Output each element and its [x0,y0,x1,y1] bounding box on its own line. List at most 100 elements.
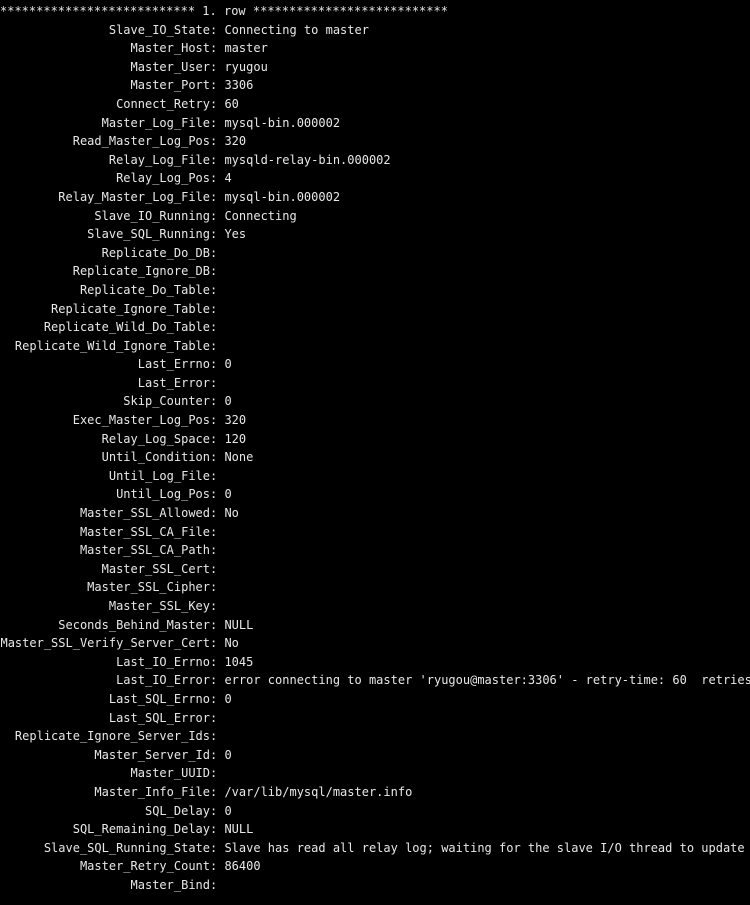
status-row: Last_IO_Errno: 1045 [0,653,750,672]
status-separator: : [210,485,224,504]
status-key: Last_Error [0,374,210,393]
status-row: Replicate_Ignore_Table: [0,300,750,319]
row-text: 1. row [195,4,253,18]
stars-left: *************************** [0,4,195,18]
status-value: NULL [224,820,253,839]
status-row: Slave_SQL_Running: Yes [0,225,750,244]
status-row: SQL_Remaining_Delay: NULL [0,820,750,839]
status-separator: : [210,597,224,616]
status-key: SQL_Remaining_Delay [0,820,210,839]
terminal-output: *************************** 1. row *****… [0,0,750,905]
status-separator: : [210,560,224,579]
status-separator: : [210,39,224,58]
status-key: Relay_Master_Log_File [0,188,210,207]
status-key: Last_IO_Errno [0,653,210,672]
status-row: Relay_Log_Space: 120 [0,430,750,449]
status-row: Master_Host: master [0,39,750,58]
status-row: Master_SSL_Verify_Server_Cert: No [0,634,750,653]
status-row: Master_Log_File: mysql-bin.000002 [0,114,750,133]
status-row: Replicate_Wild_Do_Table: [0,318,750,337]
status-separator: : [210,225,224,244]
status-separator: : [210,300,224,319]
status-value: 1045 [224,653,253,672]
status-separator: : [210,802,224,821]
status-separator: : [210,523,224,542]
status-row: Master_SSL_CA_File: [0,523,750,542]
status-value: /var/lib/mysql/master.info [224,783,412,802]
status-key: Master_SSL_CA_Path [0,541,210,560]
status-separator: : [210,244,224,263]
status-separator: : [210,337,224,356]
status-value: No [224,634,238,653]
status-key: Master_Server_Id [0,746,210,765]
status-separator: : [210,839,224,858]
status-key: Relay_Log_File [0,151,210,170]
status-row: Until_Condition: None [0,448,750,467]
status-separator: : [210,820,224,839]
status-value: 320 [224,132,246,151]
status-separator: : [210,318,224,337]
status-row: SQL_Delay: 0 [0,802,750,821]
status-separator: : [210,727,224,746]
status-separator: : [210,541,224,560]
status-row: Replicate_Wild_Ignore_Table: [0,337,750,356]
row-header: *************************** 1. row *****… [0,2,750,21]
status-key: Relay_Log_Pos [0,169,210,188]
status-row: Replicate_Do_Table: [0,281,750,300]
status-row: Master_SSL_Cipher: [0,578,750,597]
status-separator: : [210,151,224,170]
status-separator: : [210,95,224,114]
status-row: Seconds_Behind_Master: NULL [0,616,750,635]
status-separator: : [210,374,224,393]
status-key: Until_Condition [0,448,210,467]
status-row: Master_SSL_Key: [0,597,750,616]
status-value: No [224,504,238,523]
status-separator: : [210,504,224,523]
status-value: 60 [224,95,238,114]
status-key: Replicate_Ignore_DB [0,262,210,281]
status-key: Master_Retry_Count [0,857,210,876]
status-separator: : [210,114,224,133]
status-key: Master_SSL_Cert [0,560,210,579]
status-separator: : [210,169,224,188]
status-key: Skip_Counter [0,392,210,411]
status-separator: : [210,671,224,690]
status-row: Replicate_Ignore_DB: [0,262,750,281]
status-key: Slave_IO_State [0,21,210,40]
status-row: Master_User: ryugou [0,58,750,77]
status-value: Connecting to master [224,21,369,40]
status-value: 0 [224,690,231,709]
status-row: Master_Server_Id: 0 [0,746,750,765]
status-separator: : [210,746,224,765]
status-value: Connecting [224,207,296,226]
status-key: Seconds_Behind_Master [0,616,210,635]
status-row: Master_SSL_CA_Path: [0,541,750,560]
status-separator: : [210,392,224,411]
status-row: Read_Master_Log_Pos: 320 [0,132,750,151]
status-value: 86400 [224,857,260,876]
status-row: Relay_Master_Log_File: mysql-bin.000002 [0,188,750,207]
status-row: Master_Bind: [0,876,750,895]
status-separator: : [210,448,224,467]
status-key: Last_SQL_Errno [0,690,210,709]
status-separator: : [210,709,224,728]
status-key: Replicate_Ignore_Server_Ids [0,727,210,746]
status-row: Master_SSL_Allowed: No [0,504,750,523]
status-value: mysqld-relay-bin.000002 [224,151,390,170]
status-value: 3306 [224,76,253,95]
status-key: Master_Bind [0,876,210,895]
status-value: 0 [224,392,231,411]
status-key: Replicate_Wild_Do_Table [0,318,210,337]
status-key: Master_Host [0,39,210,58]
status-row: Replicate_Do_DB: [0,244,750,263]
status-row: Until_Log_File: [0,467,750,486]
status-separator: : [210,76,224,95]
status-key: Until_Log_File [0,467,210,486]
status-row: Master_Port: 3306 [0,76,750,95]
status-rows: Slave_IO_State: Connecting to masterMast… [0,21,750,895]
status-key: Master_Info_File [0,783,210,802]
status-row: Until_Log_Pos: 0 [0,485,750,504]
status-row: Relay_Log_Pos: 4 [0,169,750,188]
status-row: Master_Info_File: /var/lib/mysql/master.… [0,783,750,802]
status-row: Replicate_Ignore_Server_Ids: [0,727,750,746]
